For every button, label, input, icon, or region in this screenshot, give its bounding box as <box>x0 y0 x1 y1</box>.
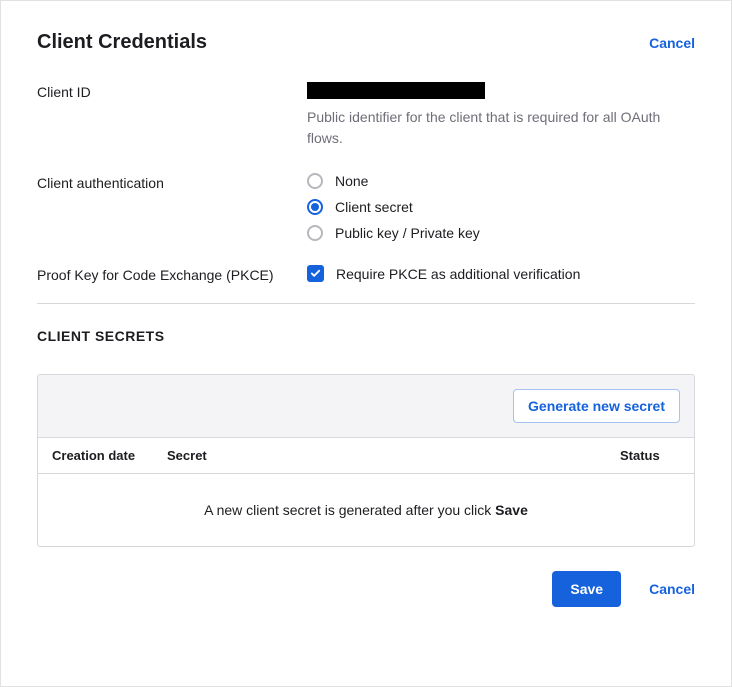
auth-option-client-secret[interactable]: Client secret <box>307 199 695 215</box>
client-auth-row: Client authentication None Client secret… <box>37 173 695 241</box>
page-title: Client Credentials <box>37 31 207 54</box>
pkce-checkbox[interactable]: Require PKCE as additional verification <box>307 265 695 282</box>
cancel-link-top[interactable]: Cancel <box>649 35 695 51</box>
client-id-control: Public identifier for the client that is… <box>307 82 695 149</box>
save-button[interactable]: Save <box>552 571 621 607</box>
radio-icon <box>307 225 323 241</box>
secrets-toolbar: Generate new secret <box>38 375 694 438</box>
secrets-empty-save-word: Save <box>495 502 528 518</box>
secrets-table-header: Creation date Secret Status <box>38 438 694 474</box>
radio-dot-icon <box>311 203 319 211</box>
checkbox-checked-icon <box>307 265 324 282</box>
secrets-empty-message: A new client secret is generated after y… <box>38 474 694 546</box>
client-id-value-redacted <box>307 82 485 99</box>
pkce-label: Proof Key for Code Exchange (PKCE) <box>37 265 307 283</box>
auth-option-label: None <box>335 173 368 189</box>
radio-icon <box>307 173 323 189</box>
column-creation-date: Creation date <box>52 448 167 463</box>
pkce-option-label: Require PKCE as additional verification <box>336 266 580 282</box>
column-secret: Secret <box>167 448 620 463</box>
pkce-row: Proof Key for Code Exchange (PKCE) Requi… <box>37 265 695 283</box>
auth-option-label: Client secret <box>335 199 413 215</box>
client-secrets-heading: CLIENT SECRETS <box>37 328 695 344</box>
client-id-row: Client ID Public identifier for the clie… <box>37 82 695 149</box>
client-secrets-table: Generate new secret Creation date Secret… <box>37 374 695 547</box>
radio-icon <box>307 199 323 215</box>
client-id-label: Client ID <box>37 82 307 100</box>
cancel-link-bottom[interactable]: Cancel <box>649 581 695 597</box>
client-credentials-panel: Client Credentials Cancel Client ID Publ… <box>0 0 732 687</box>
generate-new-secret-button[interactable]: Generate new secret <box>513 389 680 423</box>
auth-option-label: Public key / Private key <box>335 225 480 241</box>
panel-header: Client Credentials Cancel <box>37 31 695 54</box>
auth-option-public-private-key[interactable]: Public key / Private key <box>307 225 695 241</box>
client-auth-options: None Client secret Public key / Private … <box>307 173 695 241</box>
secrets-empty-text: A new client secret is generated after y… <box>204 502 495 518</box>
auth-option-none[interactable]: None <box>307 173 695 189</box>
client-auth-label: Client authentication <box>37 173 307 191</box>
pkce-control: Require PKCE as additional verification <box>307 265 695 282</box>
footer-actions: Save Cancel <box>37 571 695 607</box>
divider <box>37 303 695 304</box>
client-id-help: Public identifier for the client that is… <box>307 107 695 149</box>
column-status: Status <box>620 448 680 463</box>
